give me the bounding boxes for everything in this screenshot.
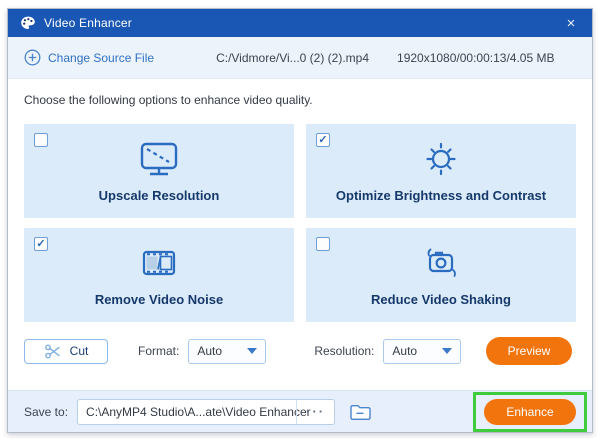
save-path-group: C:\AnyMP4 Studio\A...ate\Video Enhancer … [77,398,336,425]
source-file-info: 1920x1080/00:00:13/4.05 MB [397,50,555,65]
change-source-file-button[interactable]: Change Source File [24,49,154,66]
cut-button[interactable]: Cut [24,338,108,364]
brightness-sun-icon [418,140,464,183]
checkbox-remove-noise[interactable]: ✓ [34,237,48,251]
checkbox-upscale-resolution[interactable] [34,133,48,147]
option-label: Optimize Brightness and Contrast [335,188,547,203]
change-source-file-label: Change Source File [48,50,155,65]
scissors-icon [44,344,61,359]
main-content: Choose the following options to enhance … [8,79,592,390]
window-title: Video Enhancer [44,16,132,30]
annotation-highlight-box: Enhance [473,391,587,432]
monitor-upscale-icon [136,140,182,183]
chevron-down-icon [247,348,258,354]
source-file-bar: Change Source File C:/Vidmore/Vi...0 (2)… [8,37,592,79]
app-palette-icon [20,15,36,31]
cut-label: Cut [69,344,89,358]
save-path-field[interactable]: C:\AnyMP4 Studio\A...ate\Video Enhancer [78,400,311,424]
filmstrip-icon [136,244,182,287]
option-card-reduce-shaking[interactable]: Reduce Video Shaking [306,228,576,322]
option-label: Remove Video Noise [94,292,224,307]
chevron-down-icon [442,348,453,354]
save-to-label: Save to: [24,404,69,419]
checkbox-reduce-shaking[interactable] [316,237,330,251]
instruction-text: Choose the following options to enhance … [24,93,313,107]
resolution-value: Auto [392,344,418,358]
checkbox-optimize-brightness[interactable]: ✓ [316,133,330,147]
option-label: Upscale Resolution [98,188,220,203]
browse-button[interactable]: ··· [296,399,334,424]
controls-row: Cut Format: Auto Resolution: Auto Previe… [24,337,576,365]
preview-button[interactable]: Preview [486,337,572,365]
option-card-remove-noise[interactable]: ✓ Remove Video Noise [24,228,294,322]
format-label: Format: [138,344,180,358]
footer-bar: Save to: C:\AnyMP4 Studio\A...ate\Video … [8,390,592,432]
title-bar: Video Enhancer × [8,9,592,37]
source-file-path: C:/Vidmore/Vi...0 (2) (2).mp4 [216,50,370,65]
plus-circle-icon [24,49,41,66]
format-value: Auto [197,344,223,358]
option-card-upscale-resolution[interactable]: Upscale Resolution [24,124,294,218]
open-folder-button[interactable] [348,402,372,422]
option-card-optimize-brightness[interactable]: ✓ Optimize Brightness and Contrast [306,124,576,218]
format-dropdown[interactable]: Auto [188,338,267,364]
enhance-button[interactable]: Enhance [484,398,576,425]
camera-shake-icon [418,244,464,287]
options-grid: Upscale Resolution ✓ Optimize Brightness… [24,124,576,322]
option-label: Reduce Video Shaking [371,292,511,307]
close-button[interactable]: × [550,9,592,37]
resolution-label: Resolution: [314,344,375,358]
resolution-dropdown[interactable]: Auto [383,338,462,364]
video-enhancer-window: Video Enhancer × Change Source File C:/V… [7,8,593,433]
